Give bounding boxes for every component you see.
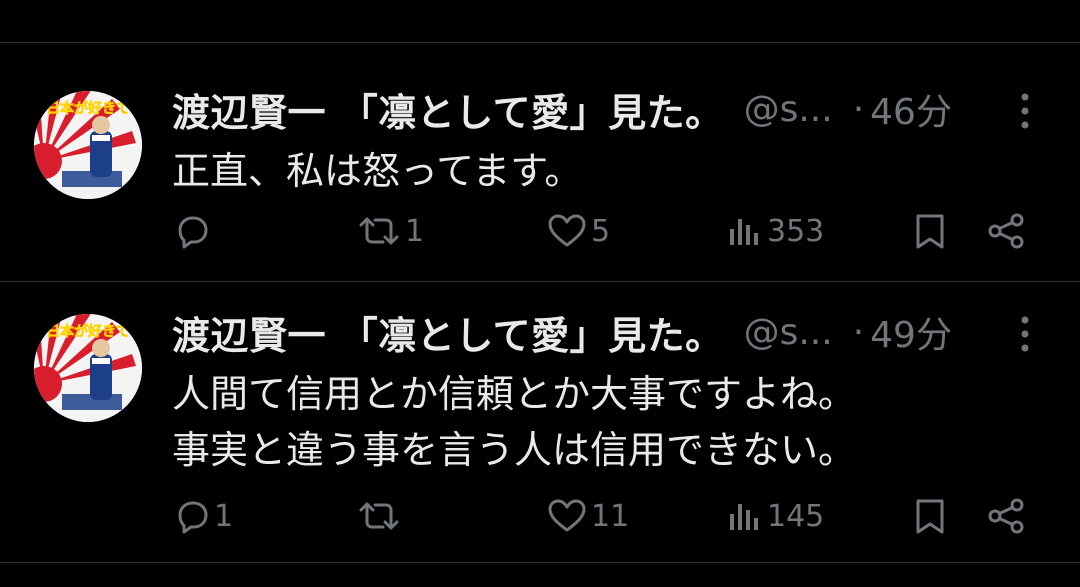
- action-bar: 1 5 353: [0, 209, 1080, 253]
- divider-bottom: [0, 562, 1080, 563]
- views-count: 145: [767, 498, 825, 534]
- avatar-image: 日本が好きで: [34, 314, 142, 422]
- tweet-text-line: 正直、私は怒ってます。: [172, 149, 583, 193]
- retweet-icon: [359, 217, 399, 245]
- username-handle[interactable]: @s...: [744, 89, 833, 130]
- retweet-count: 1: [405, 213, 425, 249]
- bookmark-button[interactable]: [910, 209, 950, 253]
- reply-icon: [178, 501, 208, 534]
- more-icon: [1021, 93, 1029, 129]
- timestamp[interactable]: 46分: [870, 83, 952, 135]
- share-icon: [988, 498, 1024, 534]
- bookmark-button[interactable]: [910, 494, 950, 538]
- views-count: 353: [767, 213, 825, 249]
- views-icon: [730, 504, 758, 530]
- tweet-header: 渡辺賢一 「凛として愛」見た。 @s... · 46分: [172, 81, 992, 137]
- separator: ·: [852, 311, 865, 353]
- reply-button[interactable]: 1: [172, 494, 233, 538]
- bookmark-icon: [916, 214, 944, 249]
- more-button[interactable]: [1005, 310, 1045, 358]
- heart-icon: [548, 499, 586, 532]
- action-bar: 1 11 145: [0, 494, 1080, 538]
- tweet-text-line: 事実と違う事を言う人は信用できない。: [172, 428, 857, 472]
- reply-icon: [178, 216, 208, 249]
- like-count: 11: [591, 498, 630, 534]
- avatar-image: 日本が好きで: [34, 91, 142, 199]
- bookmark-icon: [916, 499, 944, 534]
- share-button[interactable]: [985, 209, 1029, 253]
- tweet-text: 正直、私は怒ってます。: [172, 143, 1032, 199]
- retweet-button[interactable]: 1: [355, 209, 424, 253]
- tweet[interactable]: 日本が好きで 渡辺賢一 「凛として愛」見た。 @s... · 49分 人間て信用…: [0, 266, 1080, 534]
- more-button[interactable]: [1005, 87, 1045, 135]
- views-icon: [730, 219, 758, 245]
- like-button[interactable]: 11: [545, 494, 629, 538]
- reply-count: 1: [214, 498, 234, 534]
- timestamp[interactable]: 49分: [870, 306, 952, 358]
- reply-button[interactable]: [172, 209, 214, 253]
- retweet-icon: [359, 502, 399, 530]
- username-handle[interactable]: @s...: [744, 312, 833, 353]
- views-button[interactable]: 145: [725, 494, 824, 538]
- display-name[interactable]: 渡辺賢一 「凛として愛」見た。: [172, 82, 724, 137]
- share-icon: [988, 213, 1024, 249]
- tweet-header: 渡辺賢一 「凛として愛」見た。 @s... · 49分: [172, 304, 992, 360]
- avatar-caption: 日本が好きで: [46, 323, 130, 340]
- like-count: 5: [591, 213, 611, 249]
- more-icon: [1021, 316, 1029, 352]
- tweet-text-line: 人間て信用とか信頼とか大事ですよね。: [172, 372, 857, 416]
- separator: ·: [852, 88, 865, 130]
- heart-icon: [548, 214, 586, 247]
- views-button[interactable]: 353: [725, 209, 824, 253]
- avatar[interactable]: 日本が好きで: [34, 91, 142, 199]
- like-button[interactable]: 5: [545, 209, 610, 253]
- tweet[interactable]: 日本が好きで 渡辺賢一 「凛として愛」見た。 @s... · 46分 正直、私は…: [0, 43, 1080, 281]
- avatar-caption: 日本が好きで: [46, 100, 130, 117]
- tweet-text: 人間て信用とか信頼とか大事ですよね。 事実と違う事を言う人は信用できない。: [172, 366, 1032, 478]
- display-name[interactable]: 渡辺賢一 「凛として愛」見た。: [172, 305, 724, 360]
- share-button[interactable]: [985, 494, 1029, 538]
- avatar[interactable]: 日本が好きで: [34, 314, 142, 422]
- retweet-button[interactable]: [355, 494, 405, 538]
